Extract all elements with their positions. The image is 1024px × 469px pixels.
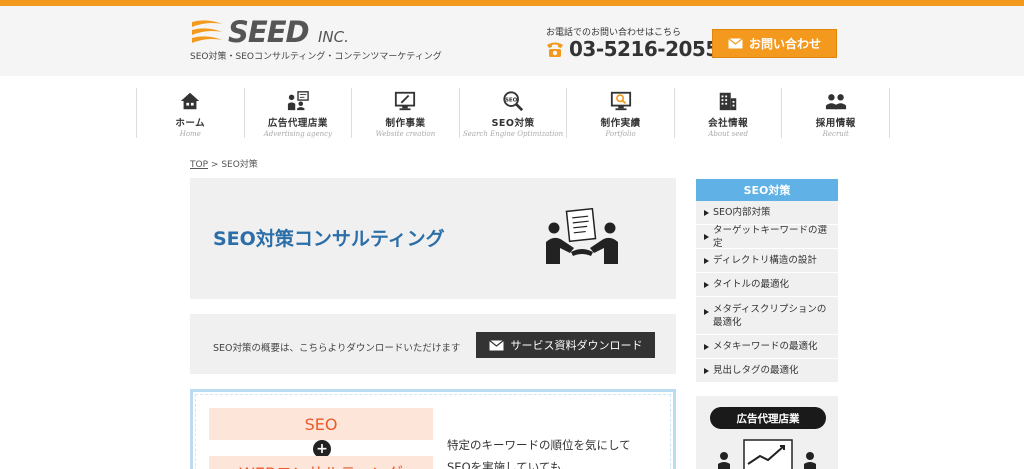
intro-text-line: SEOを実施していても、 (447, 460, 573, 469)
sidebar-item-label: メタキーワードの最適化 (713, 341, 818, 352)
nav-label: 採用情報 (815, 118, 856, 129)
logo-suffix: INC. (318, 28, 349, 46)
nav-item-creation[interactable]: 制作事業 Website creation (351, 88, 459, 138)
breadcrumb: TOP > SEO対策 (190, 157, 258, 170)
seed-swoosh-icon (192, 20, 222, 43)
handshake-document-icon (546, 208, 618, 264)
main-nav: ホーム Home 広告代理店業 Advertising agency 制作事業 … (136, 88, 891, 138)
contact-button-label: お問い合わせ (748, 37, 821, 51)
triangle-bullet-icon (704, 343, 709, 350)
sidebar-item-label: タイトルの最適化 (713, 279, 790, 290)
download-description: SEO対策の概要は、こちらよりダウンロードいただけます (213, 343, 461, 354)
nav-sublabel: Advertising agency (263, 130, 332, 138)
nav-sublabel: Recruit (822, 130, 849, 138)
sidebar-item-label: SEO内部対策 (713, 207, 771, 218)
sidebar-item[interactable]: 見出しタグの最適化 (696, 359, 838, 383)
sidebar-item[interactable]: メタキーワードの最適化 (696, 335, 838, 359)
logo-wordmark: SEED (228, 15, 310, 49)
logo[interactable]: SEED INC. SEO対策・SEOコンサルティング・コンテンツマーケティング (190, 15, 442, 62)
nav-item-about[interactable]: 会社情報 About seed (673, 88, 782, 138)
sidebar-item-label: メタディスクリプションの最適化 (713, 303, 827, 328)
monitor-search-icon (610, 91, 631, 111)
nav-sublabel: About seed (708, 130, 748, 138)
header (0, 6, 1024, 76)
sidebar-item[interactable]: メタディスクリプションの最適化 (696, 297, 838, 335)
presentation-chart-icon (718, 439, 816, 469)
nav-label: 会社情報 (708, 118, 749, 129)
people-icon (825, 94, 846, 110)
sidebar-heading: SEO対策 (696, 179, 838, 201)
sidebar-item-label: ターゲットキーワードの選定 (713, 224, 828, 249)
nav-sublabel: Home (179, 130, 201, 138)
nav-label: SEO対策 (491, 118, 535, 129)
phone-contact[interactable]: 03-5216-2055 (546, 37, 719, 61)
download-button[interactable]: サービス資料ダウンロード (476, 332, 655, 358)
monitor-pen-icon (395, 91, 416, 111)
nav-label: 制作実績 (600, 118, 641, 129)
sidebar-item-label: 見出しタグの最適化 (713, 365, 799, 376)
sidebar-item[interactable]: SEO内部対策 (696, 201, 838, 225)
seo-pill: SEO (209, 408, 433, 440)
triangle-bullet-icon (704, 309, 709, 315)
nav-label: 広告代理店業 (267, 118, 328, 129)
triangle-bullet-icon (704, 257, 709, 264)
sidebar-item-label: ディレクトリ構造の設計 (713, 255, 817, 266)
nav-sublabel: Search Engine Optimization (462, 130, 564, 138)
nav-item-seo[interactable]: SEO SEO対策 Search Engine Optimization (458, 88, 567, 138)
sidebar-item[interactable]: タイトルの最適化 (696, 273, 838, 297)
triangle-bullet-icon (704, 281, 709, 288)
nav-item-recruit[interactable]: 採用情報 Recruit (781, 88, 891, 138)
people-board-icon (287, 91, 309, 111)
web-consulting-pill: WEBコンサルティング (209, 456, 433, 469)
magnifier-seo-icon: SEO (503, 91, 524, 112)
triangle-bullet-icon (704, 233, 709, 240)
intro-text-line: 特定のキーワードの順位を気にして (447, 438, 631, 452)
breadcrumb-home-link[interactable]: TOP (190, 160, 208, 170)
agency-banner[interactable]: 広告代理店業 (696, 396, 838, 469)
download-panel: SEO対策の概要は、こちらよりダウンロードいただけます サービス資料ダウンロード (190, 314, 676, 374)
triangle-bullet-icon (704, 209, 709, 216)
mail-icon (728, 38, 743, 49)
nav-sublabel: Portfolio (605, 130, 636, 138)
nav-label: ホーム (175, 118, 206, 129)
agency-heading: 広告代理店業 (710, 407, 826, 429)
page-title: SEO対策コンサルティング (213, 228, 445, 250)
mail-icon (488, 339, 504, 350)
phone-number: 03-5216-2055 (569, 37, 719, 61)
building-icon (719, 92, 737, 111)
nav-item-advertising[interactable]: 広告代理店業 Advertising agency (243, 88, 352, 138)
svg-text:SEO: SEO (505, 97, 518, 103)
sidebar-item[interactable]: ディレクトリ構造の設計 (696, 249, 838, 273)
sidebar-item[interactable]: ターゲットキーワードの選定 (696, 225, 838, 249)
logo-tagline: SEO対策・SEOコンサルティング・コンテンツマーケティング (190, 52, 442, 62)
triangle-bullet-icon (704, 367, 709, 374)
nav-sublabel: Website creation (375, 130, 436, 138)
hero-panel: SEO対策コンサルティング (190, 178, 676, 299)
breadcrumb-current: SEO対策 (221, 160, 258, 170)
download-button-label: サービス資料ダウンロード (510, 339, 643, 352)
house-icon (181, 92, 200, 110)
sidebar-menu: SEO内部対策 ターゲットキーワードの選定 ディレクトリ構造の設計 タイトルの最… (696, 201, 838, 383)
telephone-icon (547, 42, 563, 57)
service-intro-panel: SEO + WEBコンサルティング 特定のキーワードの順位を気にして SEOを実… (190, 389, 676, 469)
contact-button[interactable]: お問い合わせ (712, 29, 837, 58)
nav-label: 制作事業 (385, 118, 426, 129)
breadcrumb-separator: > (210, 160, 219, 170)
nav-item-home[interactable]: ホーム Home (136, 88, 244, 138)
nav-item-portfolio[interactable]: 制作実績 Portfolio (566, 88, 674, 138)
intro-text: 特定のキーワードの順位を気にして SEOを実施していても、 (447, 434, 631, 469)
